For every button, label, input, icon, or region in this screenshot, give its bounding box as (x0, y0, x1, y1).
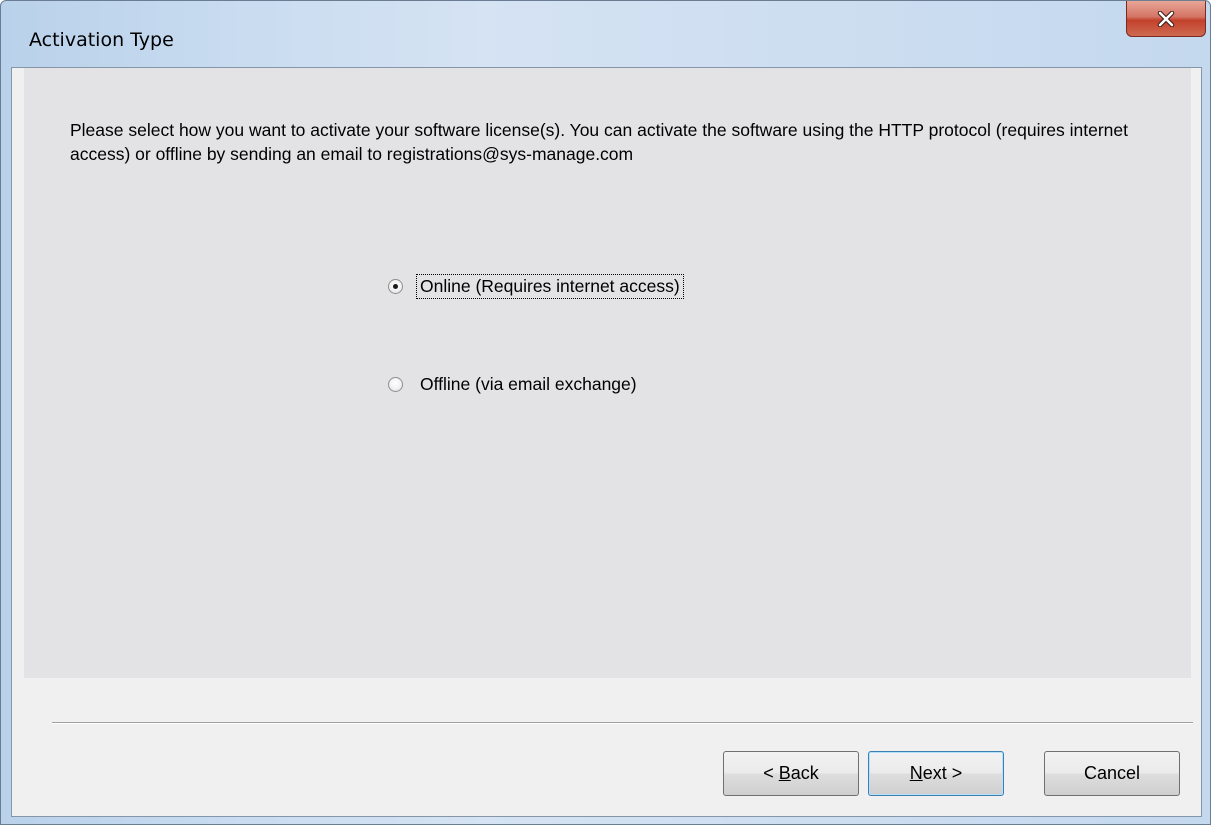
activation-dialog: Activation Type Please select how you wa… (0, 0, 1211, 825)
close-icon (1157, 10, 1175, 27)
back-button[interactable]: < Back (723, 751, 859, 796)
cancel-button-label: Cancel (1083, 763, 1141, 783)
cancel-button[interactable]: Cancel (1044, 751, 1180, 796)
offline-option[interactable]: Offline (via email exchange) (388, 373, 640, 396)
button-separator (52, 722, 1193, 724)
next-button[interactable]: Next > (868, 751, 1004, 796)
offline-option-label[interactable]: Offline (via email exchange) (417, 373, 640, 396)
next-button-mnemonic: N (909, 763, 923, 783)
next-button-rest: ext > (922, 763, 963, 783)
back-button-mnemonic: B (778, 763, 791, 783)
back-button-rest: ack (790, 763, 819, 783)
dialog-client-area: Please select how you want to activate y… (11, 67, 1202, 817)
radio-selected-dot (393, 284, 398, 289)
online-radio[interactable] (388, 279, 403, 294)
offline-radio[interactable] (388, 377, 403, 392)
title-bar[interactable]: Activation Type (1, 1, 1210, 67)
instructions-text: Please select how you want to activate y… (70, 120, 1128, 164)
online-option[interactable]: Online (Requires internet access) (388, 274, 684, 299)
window-title: Activation Type (29, 29, 174, 51)
back-button-prefix: < (763, 763, 779, 783)
online-option-label[interactable]: Online (Requires internet access) (416, 274, 684, 299)
close-button[interactable] (1126, 1, 1206, 37)
